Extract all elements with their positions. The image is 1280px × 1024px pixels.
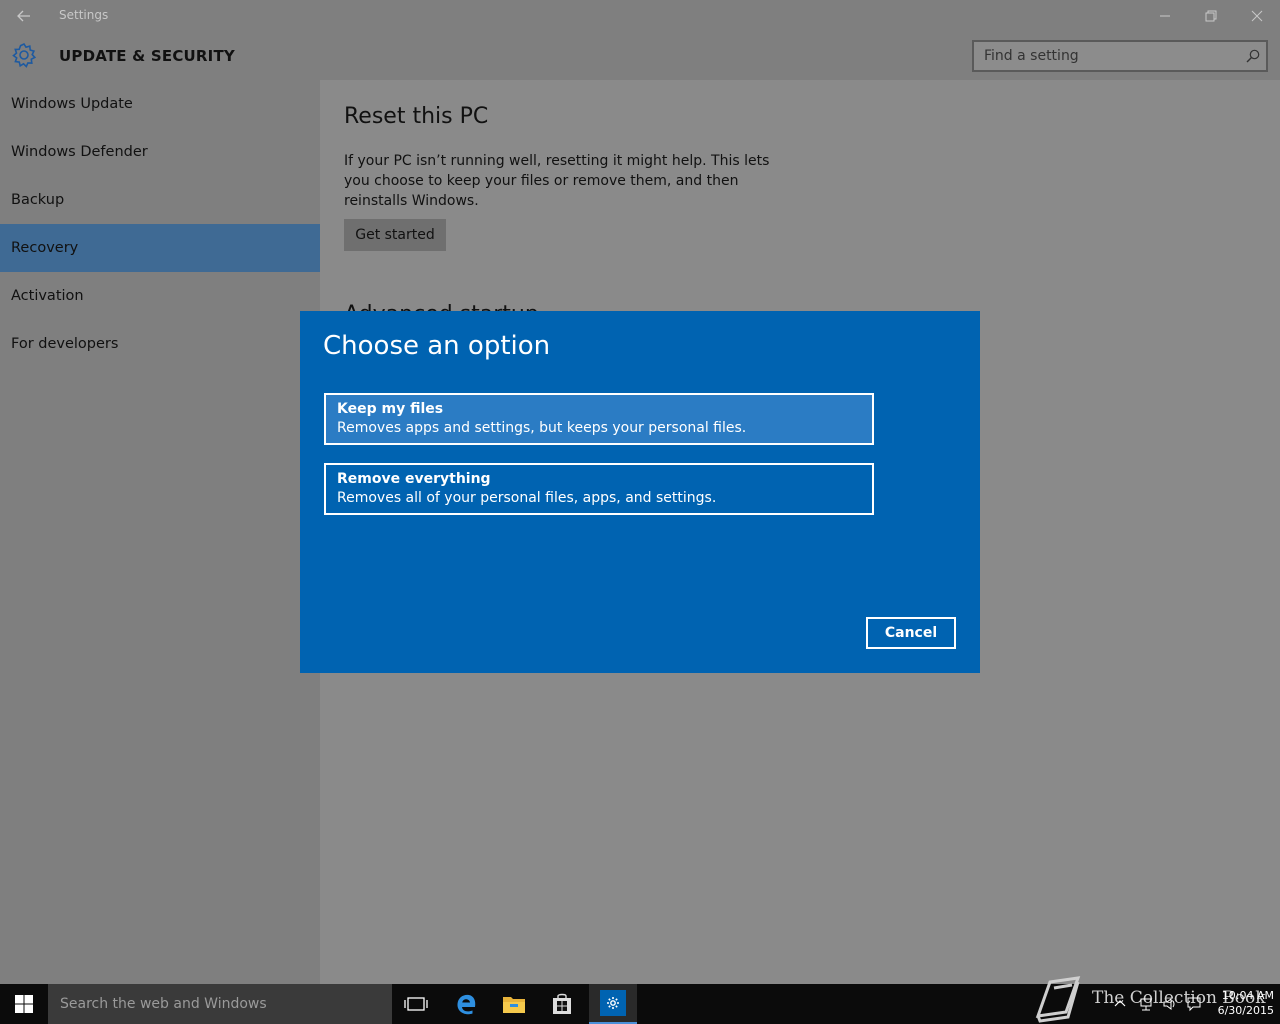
advanced-startup-heading: Advanced startup (344, 298, 539, 312)
sidebar: Windows Update Windows Defender Backup R… (0, 80, 320, 984)
book-logo-icon (1035, 976, 1081, 1023)
sidebar-item-activation[interactable]: Activation (0, 272, 320, 320)
chevron-up-icon[interactable] (1112, 996, 1128, 1012)
search-input[interactable] (974, 42, 1234, 70)
task-view-button[interactable] (392, 984, 440, 1024)
back-arrow-icon[interactable] (14, 6, 34, 26)
search-icon[interactable] (1246, 49, 1260, 63)
task-view-icon (404, 997, 428, 1011)
page-title: UPDATE & SECURITY (59, 47, 235, 65)
keep-my-files-option[interactable]: Keep my files Removes apps and settings,… (324, 393, 874, 445)
sidebar-item-recovery[interactable]: Recovery (0, 224, 320, 272)
close-button[interactable] (1234, 0, 1280, 32)
reset-pc-heading: Reset this PC (344, 104, 489, 129)
sidebar-item-windows-update[interactable]: Windows Update (0, 80, 320, 128)
settings-taskbar-button[interactable] (589, 984, 637, 1024)
taskbar-search-input[interactable] (48, 984, 392, 1024)
minimize-button[interactable] (1142, 0, 1188, 32)
window-title: Settings (59, 8, 109, 22)
restore-button[interactable] (1188, 0, 1234, 32)
taskbar-search-box[interactable] (48, 984, 392, 1024)
dialog-title: Choose an option (323, 331, 551, 361)
store-icon (553, 993, 571, 1014)
option-title: Remove everything (337, 471, 491, 487)
sidebar-item-backup[interactable]: Backup (0, 176, 320, 224)
taskbar: The Collection Book 10:04 AM 6/30/2015 (0, 976, 1280, 1024)
cancel-button[interactable]: Cancel (866, 617, 956, 649)
option-description: Removes all of your personal files, apps… (337, 490, 717, 506)
minimize-icon (1160, 15, 1170, 17)
taskbar-clock[interactable]: 10:04 AM 6/30/2015 (1210, 988, 1274, 1018)
restore-icon (1205, 10, 1217, 22)
find-setting-search[interactable] (972, 40, 1268, 72)
sidebar-item-for-developers[interactable]: For developers (0, 320, 320, 368)
settings-icon (600, 990, 626, 1016)
edge-icon (457, 994, 476, 1015)
start-button[interactable] (0, 984, 48, 1024)
file-explorer-button[interactable] (490, 984, 538, 1024)
volume-icon[interactable] (1162, 996, 1178, 1012)
edge-button[interactable] (442, 984, 490, 1024)
choose-option-dialog: Choose an option Keep my files Removes a… (300, 311, 980, 673)
gear-icon (11, 42, 37, 68)
action-center-icon[interactable] (1186, 996, 1202, 1012)
close-icon (1251, 10, 1263, 22)
store-button[interactable] (538, 984, 586, 1024)
remove-everything-option[interactable]: Remove everything Removes all of your pe… (324, 463, 874, 515)
title-bar: Settings (0, 0, 1280, 32)
clock-time: 10:04 AM (1221, 989, 1274, 1002)
windows-logo-icon (15, 995, 33, 1013)
network-icon[interactable] (1138, 996, 1154, 1012)
option-description: Removes apps and settings, but keeps you… (337, 420, 747, 436)
file-explorer-icon (503, 997, 525, 1013)
get-started-button[interactable]: Get started (344, 219, 446, 251)
reset-pc-description: If your PC isn’t running well, resetting… (344, 153, 770, 209)
clock-date: 6/30/2015 (1217, 1004, 1274, 1017)
settings-header: UPDATE & SECURITY (0, 32, 1280, 80)
sidebar-item-windows-defender[interactable]: Windows Defender (0, 128, 320, 176)
option-title: Keep my files (337, 401, 444, 417)
